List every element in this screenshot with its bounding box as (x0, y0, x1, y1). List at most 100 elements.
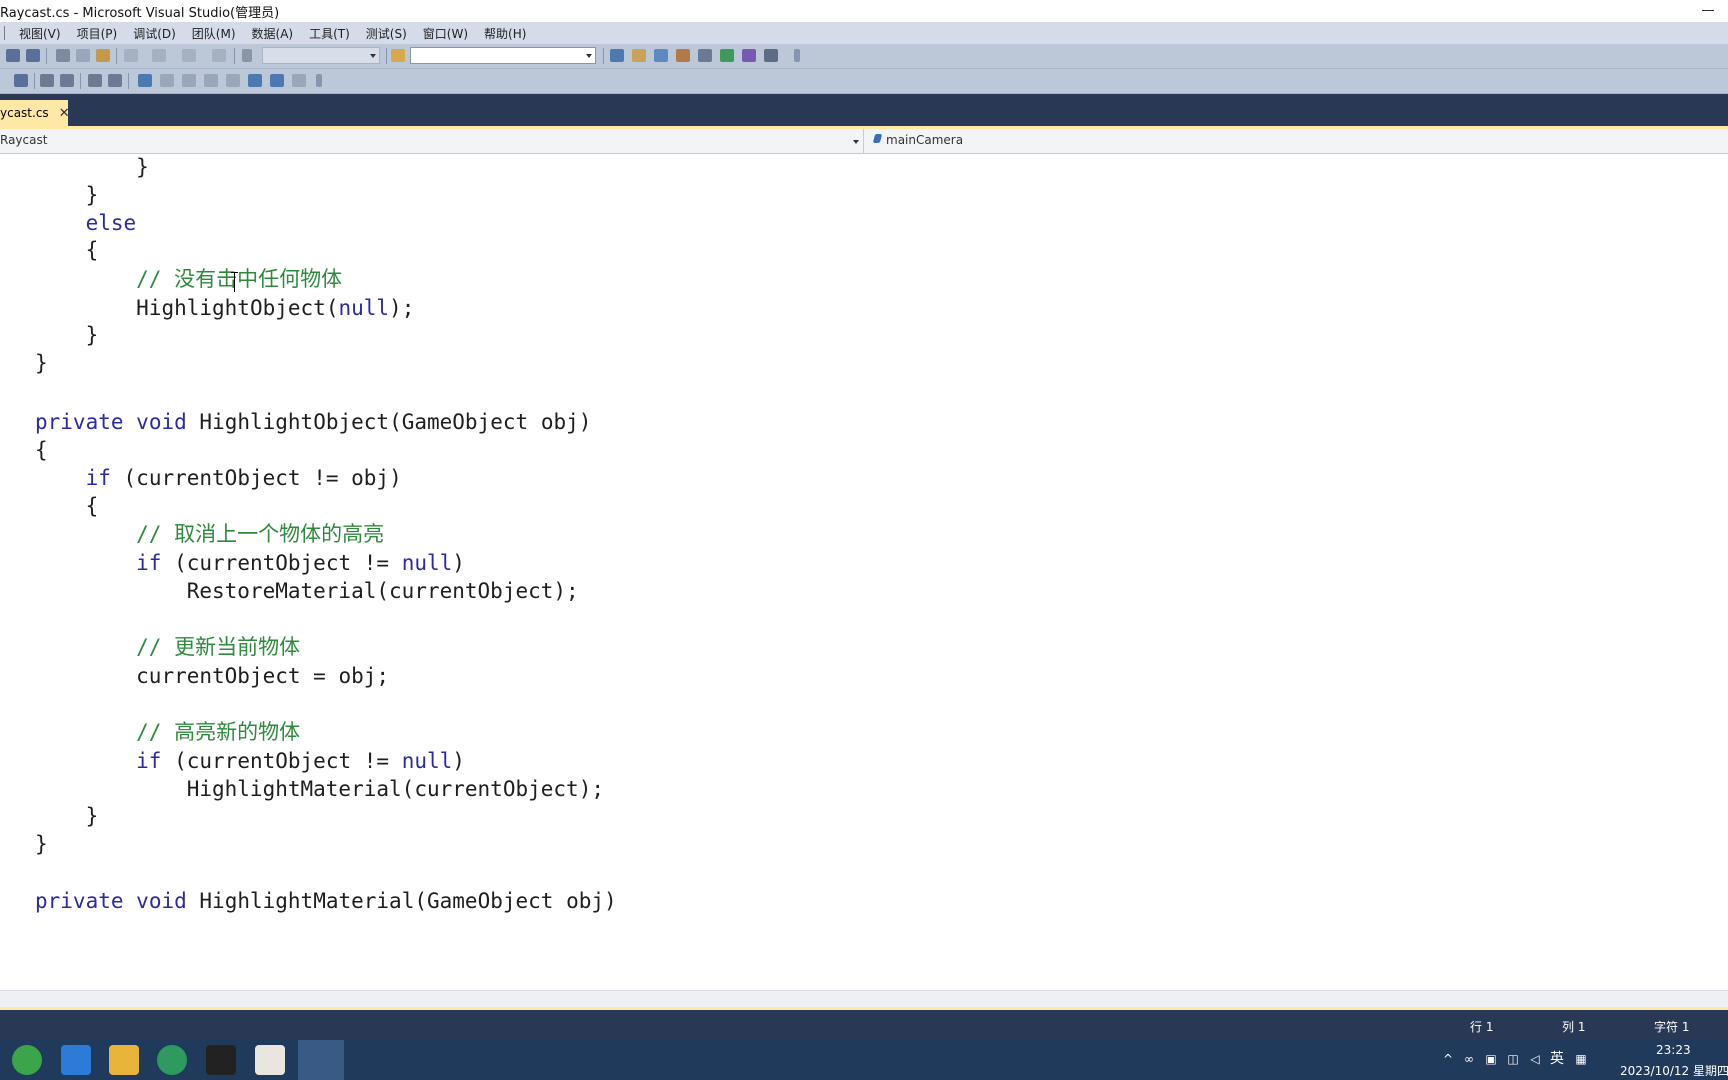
clock-date[interactable]: 2023/10/12 星期四 (1620, 1062, 1728, 1079)
toolbar-options-icon[interactable] (316, 74, 322, 87)
code-line[interactable]: } (35, 831, 48, 857)
clear-bookmarks-icon[interactable] (292, 74, 306, 87)
toolbar-options-icon[interactable] (794, 49, 800, 62)
member-list-icon[interactable] (14, 74, 28, 87)
code-line[interactable]: // 取消上一个物体的高亮 (35, 521, 384, 547)
class-selector-dropdown[interactable]: Raycast (0, 129, 864, 153)
code-line[interactable]: RestoreMaterial(currentObject); (35, 578, 579, 604)
code-line[interactable]: currentObject = obj; (35, 663, 389, 689)
code-line[interactable]: if (currentObject != obj) (35, 465, 402, 491)
start-page-icon[interactable] (720, 49, 734, 62)
visual-studio-app-icon[interactable] (298, 1040, 344, 1080)
close-icon[interactable]: ✕ (59, 107, 70, 120)
paste-icon[interactable] (96, 49, 110, 62)
menu-bar: 视图(V) 项目(P) 调试(D) 团队(M) 数据(A) 工具(T) 测试(S… (0, 22, 1728, 44)
tools-icon[interactable] (698, 49, 712, 62)
solution-configuration-dropdown[interactable] (262, 47, 380, 64)
properties-icon[interactable] (632, 49, 646, 62)
link-icon[interactable]: ∞ (1462, 1052, 1476, 1066)
save-icon[interactable] (6, 49, 20, 62)
navigate-backward-icon[interactable] (182, 49, 196, 62)
menu-project[interactable]: 项目(P) (69, 25, 126, 42)
class-selector-value: Raycast (0, 133, 48, 147)
uncomment-lines-icon[interactable] (108, 74, 122, 87)
code-line[interactable]: } (35, 803, 99, 829)
menu-help[interactable]: 帮助(H) (476, 25, 534, 42)
toolbar-separator (128, 73, 129, 89)
member-selector-dropdown[interactable]: mainCamera (864, 129, 1728, 153)
menu-test[interactable]: 测试(S) (358, 25, 415, 42)
cut-icon[interactable] (56, 49, 70, 62)
menu-data[interactable]: 数据(A) (244, 25, 302, 42)
toggle-bookmark-icon[interactable] (138, 74, 152, 87)
network-icon[interactable]: ◫ (1506, 1052, 1520, 1066)
object-browser-icon[interactable] (654, 49, 668, 62)
code-line[interactable]: HighlightObject(null); (35, 295, 414, 321)
find-combo[interactable] (410, 47, 596, 64)
code-line[interactable]: // 没有击中任何物体 (35, 266, 342, 292)
code-line[interactable]: } (35, 154, 149, 180)
clock-time[interactable]: 23:23 (1656, 1043, 1691, 1057)
previous-bookmark-in-document-icon[interactable] (248, 74, 262, 87)
file-explorer-icon[interactable] (109, 1045, 139, 1075)
copy-icon[interactable] (76, 49, 90, 62)
save-all-icon[interactable] (26, 49, 40, 62)
code-editor[interactable]: } } else { // 没有击中任何物体 HighlightObject(n… (0, 154, 1728, 990)
code-line[interactable]: { (35, 493, 99, 519)
menu-view[interactable]: 视图(V) (11, 25, 69, 42)
command-window-icon[interactable] (764, 49, 778, 62)
toolbox-icon[interactable] (676, 49, 690, 62)
toolbar-separator (603, 48, 604, 64)
code-line[interactable]: } (35, 322, 99, 348)
next-bookmark-in-folder-icon[interactable] (226, 74, 240, 87)
unity-app-icon[interactable] (206, 1045, 236, 1075)
chevron-up-icon[interactable]: ^ (1441, 1052, 1455, 1066)
code-line[interactable]: private void HighlightMaterial(GameObjec… (35, 888, 617, 914)
ime-indicator[interactable]: 英 (1550, 1052, 1564, 1066)
toolbar-separator (80, 73, 81, 89)
security-icon[interactable]: ▣ (1484, 1052, 1498, 1066)
code-line[interactable]: HighlightMaterial(currentObject); (35, 776, 604, 802)
previous-bookmark-in-folder-icon[interactable] (204, 74, 218, 87)
redo-icon[interactable] (152, 49, 166, 62)
code-line[interactable]: // 更新当前物体 (35, 634, 300, 660)
menu-tools[interactable]: 工具(T) (301, 25, 358, 42)
keyboard-grid-icon[interactable]: ▦ (1574, 1052, 1588, 1066)
code-line[interactable]: { (35, 237, 99, 263)
volume-icon[interactable]: ◁ (1528, 1052, 1542, 1066)
previous-bookmark-icon[interactable] (160, 74, 174, 87)
code-line[interactable]: if (currentObject != null) (35, 748, 465, 774)
code-line[interactable]: if (currentObject != null) (35, 550, 465, 576)
navigate-forward-icon[interactable] (212, 49, 226, 62)
status-line: 行 1 (1470, 1020, 1494, 1034)
toolbar-separator (34, 73, 35, 89)
increase-indent-icon[interactable] (60, 74, 74, 87)
tab-raycast-cs[interactable]: ycast.cs ✕ (0, 100, 70, 126)
undo-icon[interactable] (124, 49, 138, 62)
i-beam-cursor-icon (231, 272, 238, 294)
paint-app-icon[interactable] (255, 1045, 285, 1075)
text-editor-toolbar (0, 69, 1728, 94)
comment-lines-icon[interactable] (88, 74, 102, 87)
toolbar-separator (386, 48, 387, 64)
code-line[interactable]: private void HighlightObject(GameObject … (35, 409, 591, 435)
browser-app-icon[interactable] (12, 1045, 42, 1075)
code-line[interactable]: } (35, 350, 48, 376)
recording-app-icon[interactable] (157, 1045, 187, 1075)
code-line[interactable]: } (35, 182, 99, 208)
menu-debug[interactable]: 调试(D) (125, 25, 184, 42)
menu-team[interactable]: 团队(M) (184, 25, 244, 42)
minimize-button[interactable] (1692, 0, 1722, 22)
next-bookmark-icon[interactable] (182, 74, 196, 87)
extension-manager-icon[interactable] (742, 49, 756, 62)
menu-window[interactable]: 窗口(W) (415, 25, 476, 42)
next-bookmark-in-document-icon[interactable] (270, 74, 284, 87)
start-debugging-icon[interactable] (242, 49, 252, 62)
code-line[interactable]: else (35, 210, 137, 236)
code-line[interactable]: // 高亮新的物体 (35, 719, 300, 745)
kugou-app-icon[interactable] (61, 1045, 91, 1075)
decrease-indent-icon[interactable] (40, 74, 54, 87)
code-line[interactable]: { (35, 437, 48, 463)
solution-explorer-icon[interactable] (610, 49, 624, 62)
find-in-files-icon[interactable] (391, 49, 405, 62)
